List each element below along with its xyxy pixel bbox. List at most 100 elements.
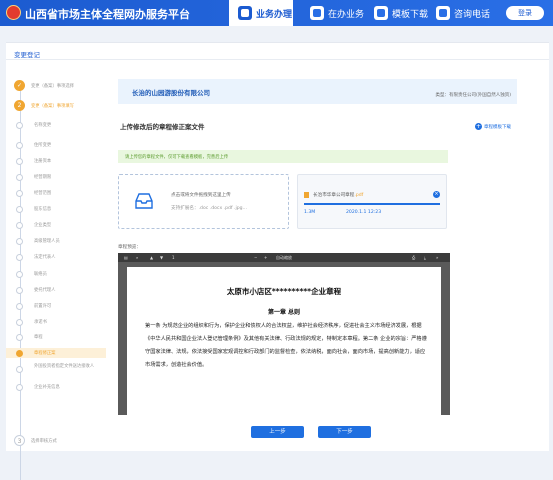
prev-step-button[interactable]: 上一步 bbox=[251, 426, 304, 438]
template-download-label: 章程模板下载 bbox=[484, 124, 511, 130]
file-name[interactable]: 长治市华章公司章程.pdf bbox=[313, 192, 363, 198]
emblem-logo bbox=[6, 5, 21, 20]
step-item[interactable]: 3 选择审核方式 bbox=[6, 435, 106, 446]
file-size: 1.3M bbox=[304, 210, 316, 215]
company-name: 长治的山园游股份有限公司 bbox=[132, 89, 210, 97]
step-label: 章程修正案 bbox=[34, 351, 56, 356]
document-page: 太原市小店区**********企业章程 第一章 总则 第一条 为规范企业的组织… bbox=[127, 267, 441, 415]
step-label: 高级管理人员 bbox=[34, 239, 60, 244]
step-dot-icon: 3 bbox=[14, 435, 25, 446]
step-dot-icon bbox=[16, 142, 23, 149]
pdf-viewer[interactable]: ▤ ⌕ ▲ ▼ 1 − + 自动缩放 ⎙ ⤓ » 太原市小店区*********… bbox=[118, 253, 450, 415]
step-item[interactable]: 章程修正案 bbox=[6, 348, 106, 358]
template-download-link[interactable]: + 章程模板下载 bbox=[475, 123, 511, 130]
nav-template-download[interactable]: 模板下载 bbox=[368, 0, 428, 26]
sidebar-toggle-icon[interactable]: ▤ bbox=[124, 255, 128, 260]
step-label: 变更（备案）事项填写 bbox=[31, 104, 74, 109]
step-item[interactable]: 注册资本 bbox=[6, 156, 106, 166]
step-item[interactable]: 企业补充信息 bbox=[6, 382, 106, 392]
zoom-in-icon[interactable]: + bbox=[264, 255, 267, 260]
chapter-heading: 第一章 总则 bbox=[267, 309, 301, 316]
platform-title: 山西省市场主体全程网办服务平台 bbox=[25, 8, 190, 21]
step-dot-icon bbox=[16, 334, 23, 341]
step-dot-icon bbox=[16, 366, 23, 373]
step-item[interactable]: 委托代理人 bbox=[6, 285, 106, 295]
step-item[interactable]: 名称变更 bbox=[6, 120, 106, 130]
print-icon[interactable]: ⎙ bbox=[412, 255, 415, 260]
step-item[interactable]: 法定代表人 bbox=[6, 252, 106, 262]
step-item[interactable]: 住所变更 bbox=[6, 140, 106, 150]
section-title: 上传修改后的章程修正案文件 bbox=[120, 123, 205, 131]
zoom-out-icon[interactable]: − bbox=[254, 255, 257, 260]
step-item[interactable]: 联络员 bbox=[6, 269, 106, 279]
step-item[interactable]: 承诺书 bbox=[6, 317, 106, 327]
step-label: 经营范围 bbox=[34, 191, 52, 196]
step-dot-icon bbox=[16, 122, 23, 129]
nav-hotline[interactable]: 咨询电话 bbox=[434, 0, 498, 26]
step-item[interactable]: 2 变更（备案）事项填写 bbox=[6, 100, 106, 111]
next-page-icon[interactable]: ▼ bbox=[160, 255, 163, 260]
phone-icon bbox=[436, 6, 450, 20]
file-icon bbox=[304, 192, 309, 198]
download-icon bbox=[374, 6, 388, 20]
step-dot-icon bbox=[16, 350, 23, 357]
remove-file-icon[interactable]: × bbox=[433, 191, 440, 198]
preview-label: 章程预览： bbox=[118, 245, 141, 250]
step-label: 经营期限 bbox=[34, 175, 52, 180]
prev-page-icon[interactable]: ▲ bbox=[150, 255, 153, 260]
step-dot-icon: 2 bbox=[14, 100, 25, 111]
upload-formats: 支持扩展名：.doc .docx .pdf .jpg... bbox=[171, 206, 247, 211]
step-label: 承诺书 bbox=[34, 320, 47, 325]
step-sidebar: ✓ 变更（备案）事项选择 2 变更（备案）事项填写 名称变更住所变更注册资本经营期限经营… bbox=[6, 43, 106, 480]
step-dot-icon bbox=[16, 158, 23, 165]
step-dot-icon bbox=[16, 287, 23, 294]
file-name-text: 长治市华章公司章程 bbox=[313, 193, 355, 198]
step-label: 委托代理人 bbox=[34, 288, 56, 293]
step-item[interactable]: 外国投资者指定文件送达接收人 bbox=[6, 364, 106, 374]
more-tools-icon[interactable]: » bbox=[436, 255, 438, 260]
step-dot-icon bbox=[16, 190, 23, 197]
upload-tip: 请上传您的章程文件，仅可下载查看模板，完善后上传 bbox=[118, 150, 448, 163]
next-step-button[interactable]: 下一步 bbox=[318, 426, 371, 438]
step-item[interactable]: 企业类型 bbox=[6, 220, 106, 230]
upload-tip-text: 请上传您的章程文件，仅可下载查看模板，完善后上传 bbox=[125, 155, 229, 160]
step-dot-icon bbox=[16, 238, 23, 245]
step-item[interactable]: 经营期限 bbox=[6, 172, 106, 182]
upload-instruction: 点击或将文件拖拽到这里上传 bbox=[171, 193, 231, 198]
step-item[interactable]: 章程 bbox=[6, 332, 106, 342]
zoom-select[interactable]: 自动缩放 bbox=[276, 255, 292, 261]
check-circle-icon: ✓ bbox=[14, 80, 25, 91]
step-dot-icon bbox=[16, 174, 23, 181]
clipboard-icon bbox=[310, 6, 324, 20]
step-item[interactable]: 高级管理人员 bbox=[6, 236, 106, 246]
step-label: 企业补充信息 bbox=[34, 385, 60, 390]
step-label: 名称变更 bbox=[34, 123, 52, 128]
step-label: 章程 bbox=[34, 335, 43, 340]
step-dot-icon bbox=[16, 254, 23, 261]
nav-business[interactable]: 业务办理 bbox=[229, 0, 293, 26]
step-label: 住所变更 bbox=[34, 143, 52, 148]
upload-dropzone[interactable]: 点击或将文件拖拽到这里上传 支持扩展名：.doc .docx .pdf .jpg… bbox=[118, 174, 289, 229]
upload-progress-bar bbox=[304, 203, 440, 205]
search-icon[interactable]: ⌕ bbox=[136, 255, 138, 260]
step-dot-icon bbox=[16, 222, 23, 229]
nav-business-label: 业务办理 bbox=[256, 9, 293, 20]
step-label: 变更（备案）事项选择 bbox=[31, 84, 74, 89]
login-button[interactable]: 登录 bbox=[506, 6, 544, 20]
download-doc-icon[interactable]: ⤓ bbox=[424, 255, 426, 260]
step-item[interactable]: 前置许可 bbox=[6, 301, 106, 311]
step-dot-icon bbox=[16, 303, 23, 310]
step-item[interactable]: 股东信息 bbox=[6, 204, 106, 214]
top-header: 山西省市场主体全程网办服务平台 业务办理 在办业务 模板下载 咨询电话 登录 bbox=[0, 0, 553, 26]
step-label: 前置许可 bbox=[34, 304, 52, 309]
company-type: 类型：有限责任公司(外国自然人独资) bbox=[435, 93, 511, 98]
nav-in-progress[interactable]: 在办业务 bbox=[304, 0, 364, 26]
briefcase-icon bbox=[238, 6, 252, 20]
step-item[interactable]: ✓ 变更（备案）事项选择 bbox=[6, 80, 106, 91]
step-item[interactable]: 经营范围 bbox=[6, 188, 106, 198]
file-date: 2020.1.1 12:23 bbox=[346, 210, 382, 215]
step-label: 联络员 bbox=[34, 272, 47, 277]
step-dot-icon bbox=[16, 319, 23, 326]
inbox-icon bbox=[135, 193, 153, 209]
page-number[interactable]: 1 bbox=[172, 255, 175, 260]
